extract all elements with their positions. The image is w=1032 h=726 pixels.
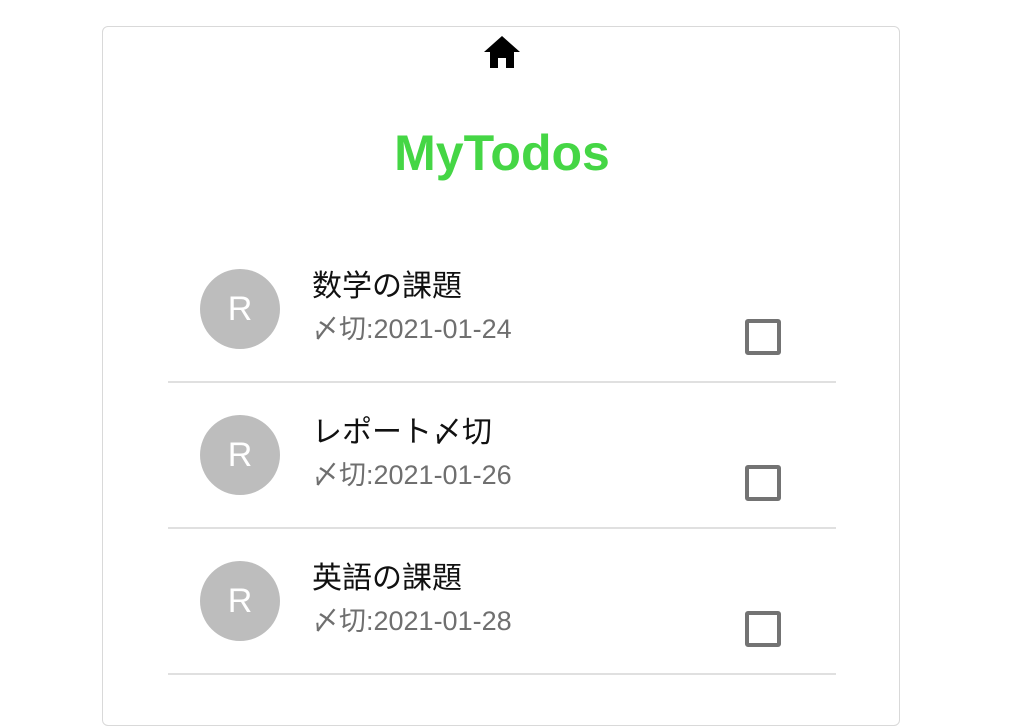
home-icon	[482, 34, 522, 70]
todo-card: MyTodos R 数学の課題 〆切:2021-01-24 R レポート〆切 〆…	[102, 26, 900, 726]
todo-text: 英語の課題 〆切:2021-01-28	[312, 561, 712, 637]
todo-checkbox[interactable]	[745, 319, 781, 355]
todo-checkbox[interactable]	[745, 611, 781, 647]
todo-deadline: 〆切:2021-01-28	[312, 606, 512, 636]
todo-checkbox[interactable]	[745, 465, 781, 501]
todo-deadline: 〆切:2021-01-26	[312, 460, 512, 490]
list-item[interactable]: R レポート〆切 〆切:2021-01-26	[168, 383, 836, 529]
todo-list: R 数学の課題 〆切:2021-01-24 R レポート〆切 〆切:2021-0…	[168, 237, 836, 675]
home-button[interactable]	[481, 33, 523, 71]
list-item[interactable]: R 数学の課題 〆切:2021-01-24	[168, 237, 836, 383]
todo-title: 英語の課題	[312, 561, 462, 596]
todo-text: レポート〆切 〆切:2021-01-26	[312, 415, 712, 491]
todo-deadline: 〆切:2021-01-24	[312, 314, 512, 344]
avatar: R	[200, 415, 280, 495]
todo-title: レポート〆切	[312, 415, 492, 450]
avatar: R	[200, 561, 280, 641]
avatar: R	[200, 269, 280, 349]
todo-title: 数学の課題	[312, 269, 462, 304]
page-title: MyTodos	[394, 125, 610, 181]
todo-text: 数学の課題 〆切:2021-01-24	[312, 269, 712, 345]
list-item[interactable]: R 英語の課題 〆切:2021-01-28	[168, 529, 836, 675]
